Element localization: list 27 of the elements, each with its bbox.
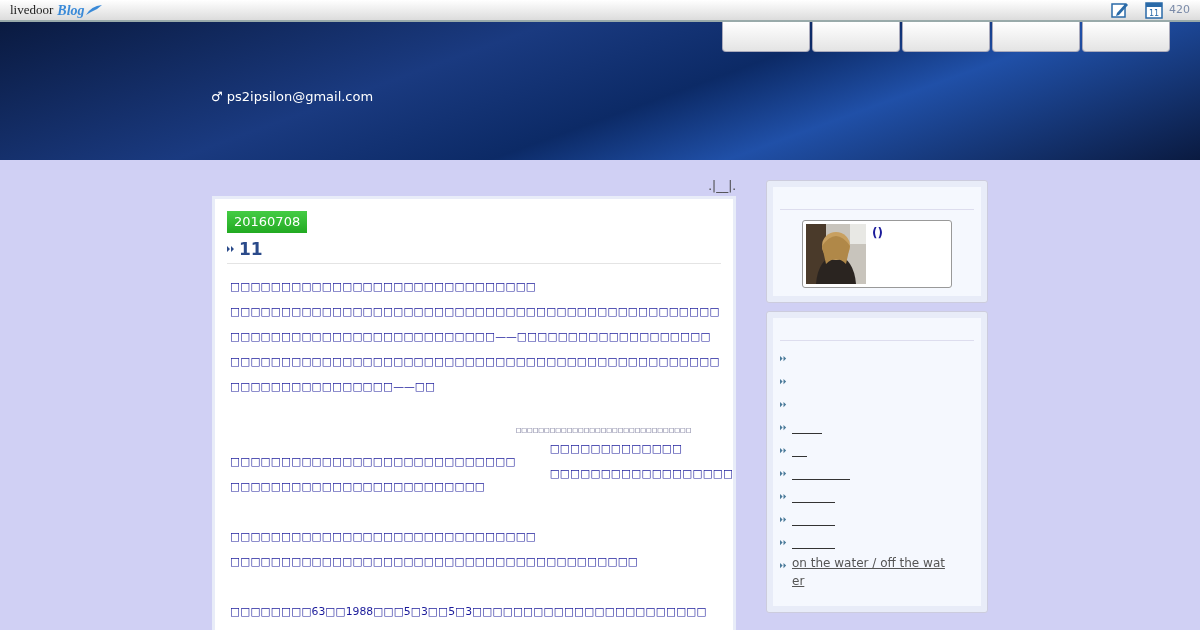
bullet-icon <box>780 516 787 523</box>
author-email: ♂ ps2ipsilon@gmail.com <box>211 88 375 106</box>
bullet-icon <box>780 401 787 408</box>
profile-name[interactable]: () <box>872 224 883 284</box>
bullet-icon <box>780 493 787 500</box>
bullet-icon <box>780 447 787 454</box>
post-title[interactable]: 11 <box>239 239 263 260</box>
post-date: 20160708 <box>227 211 308 233</box>
bullet-icon <box>227 245 235 254</box>
bullet-icon <box>780 539 787 546</box>
feather-icon <box>84 4 103 16</box>
counter: 420 <box>1169 1 1190 18</box>
paragraph: □□□□□□□□63□□1988□□□5□3□□5□3□□□□□□□□□□□□□□□□□□□□□□□ <box>230 604 707 621</box>
edit-icon[interactable] <box>1111 1 1129 19</box>
figure-text: □□□□□□□□□□□□□ □□□□□□□□□□□□□□□□□□ <box>549 441 734 483</box>
paragraph: □□□□□□□□□□□□□□□□□□□□□□□□□□□□ □□□□□□□□□□□□□□□□□□□□□□□□□ <box>230 454 516 496</box>
logo[interactable]: livedoor <box>10 0 54 20</box>
paragraph: □□□□□□□□□□□□□□□□□□□□□□□□□□□□□□ □□□□□□□□□□□□□□□□□□□□□□□□□□□□□□□□□□□□□□□□ <box>230 529 639 571</box>
paragraph: □□□□□□□□□□□□□□□□□□□□□□□□□□□□□□ □□□□□□□□□□□□□□□□□□□□□□□□□□□□□□□□□□□□□□□□□□□□□□□□ □□□□□□□□□□□□□□□□□□□□□□□□□□——□□□□□□□□□□□□□□□□□□□ □□□□□□□□□□□□□□□□□□□□□□□□□□□□□□□□□□□□□□□□□□□□□□□□ □□□□□□□□□□□□□□□□——□□ <box>230 279 720 396</box>
bullet-icon <box>780 424 787 431</box>
bullet-icon <box>780 562 787 569</box>
bullet-icon <box>780 470 787 477</box>
bullet-icon <box>780 355 787 362</box>
sidebar-link[interactable]: on the water / off the water <box>792 554 952 590</box>
breadcrumb: .|__|. <box>707 180 736 192</box>
bullet-icon <box>780 378 787 385</box>
calendar-icon[interactable]: 11 <box>1145 1 1163 19</box>
